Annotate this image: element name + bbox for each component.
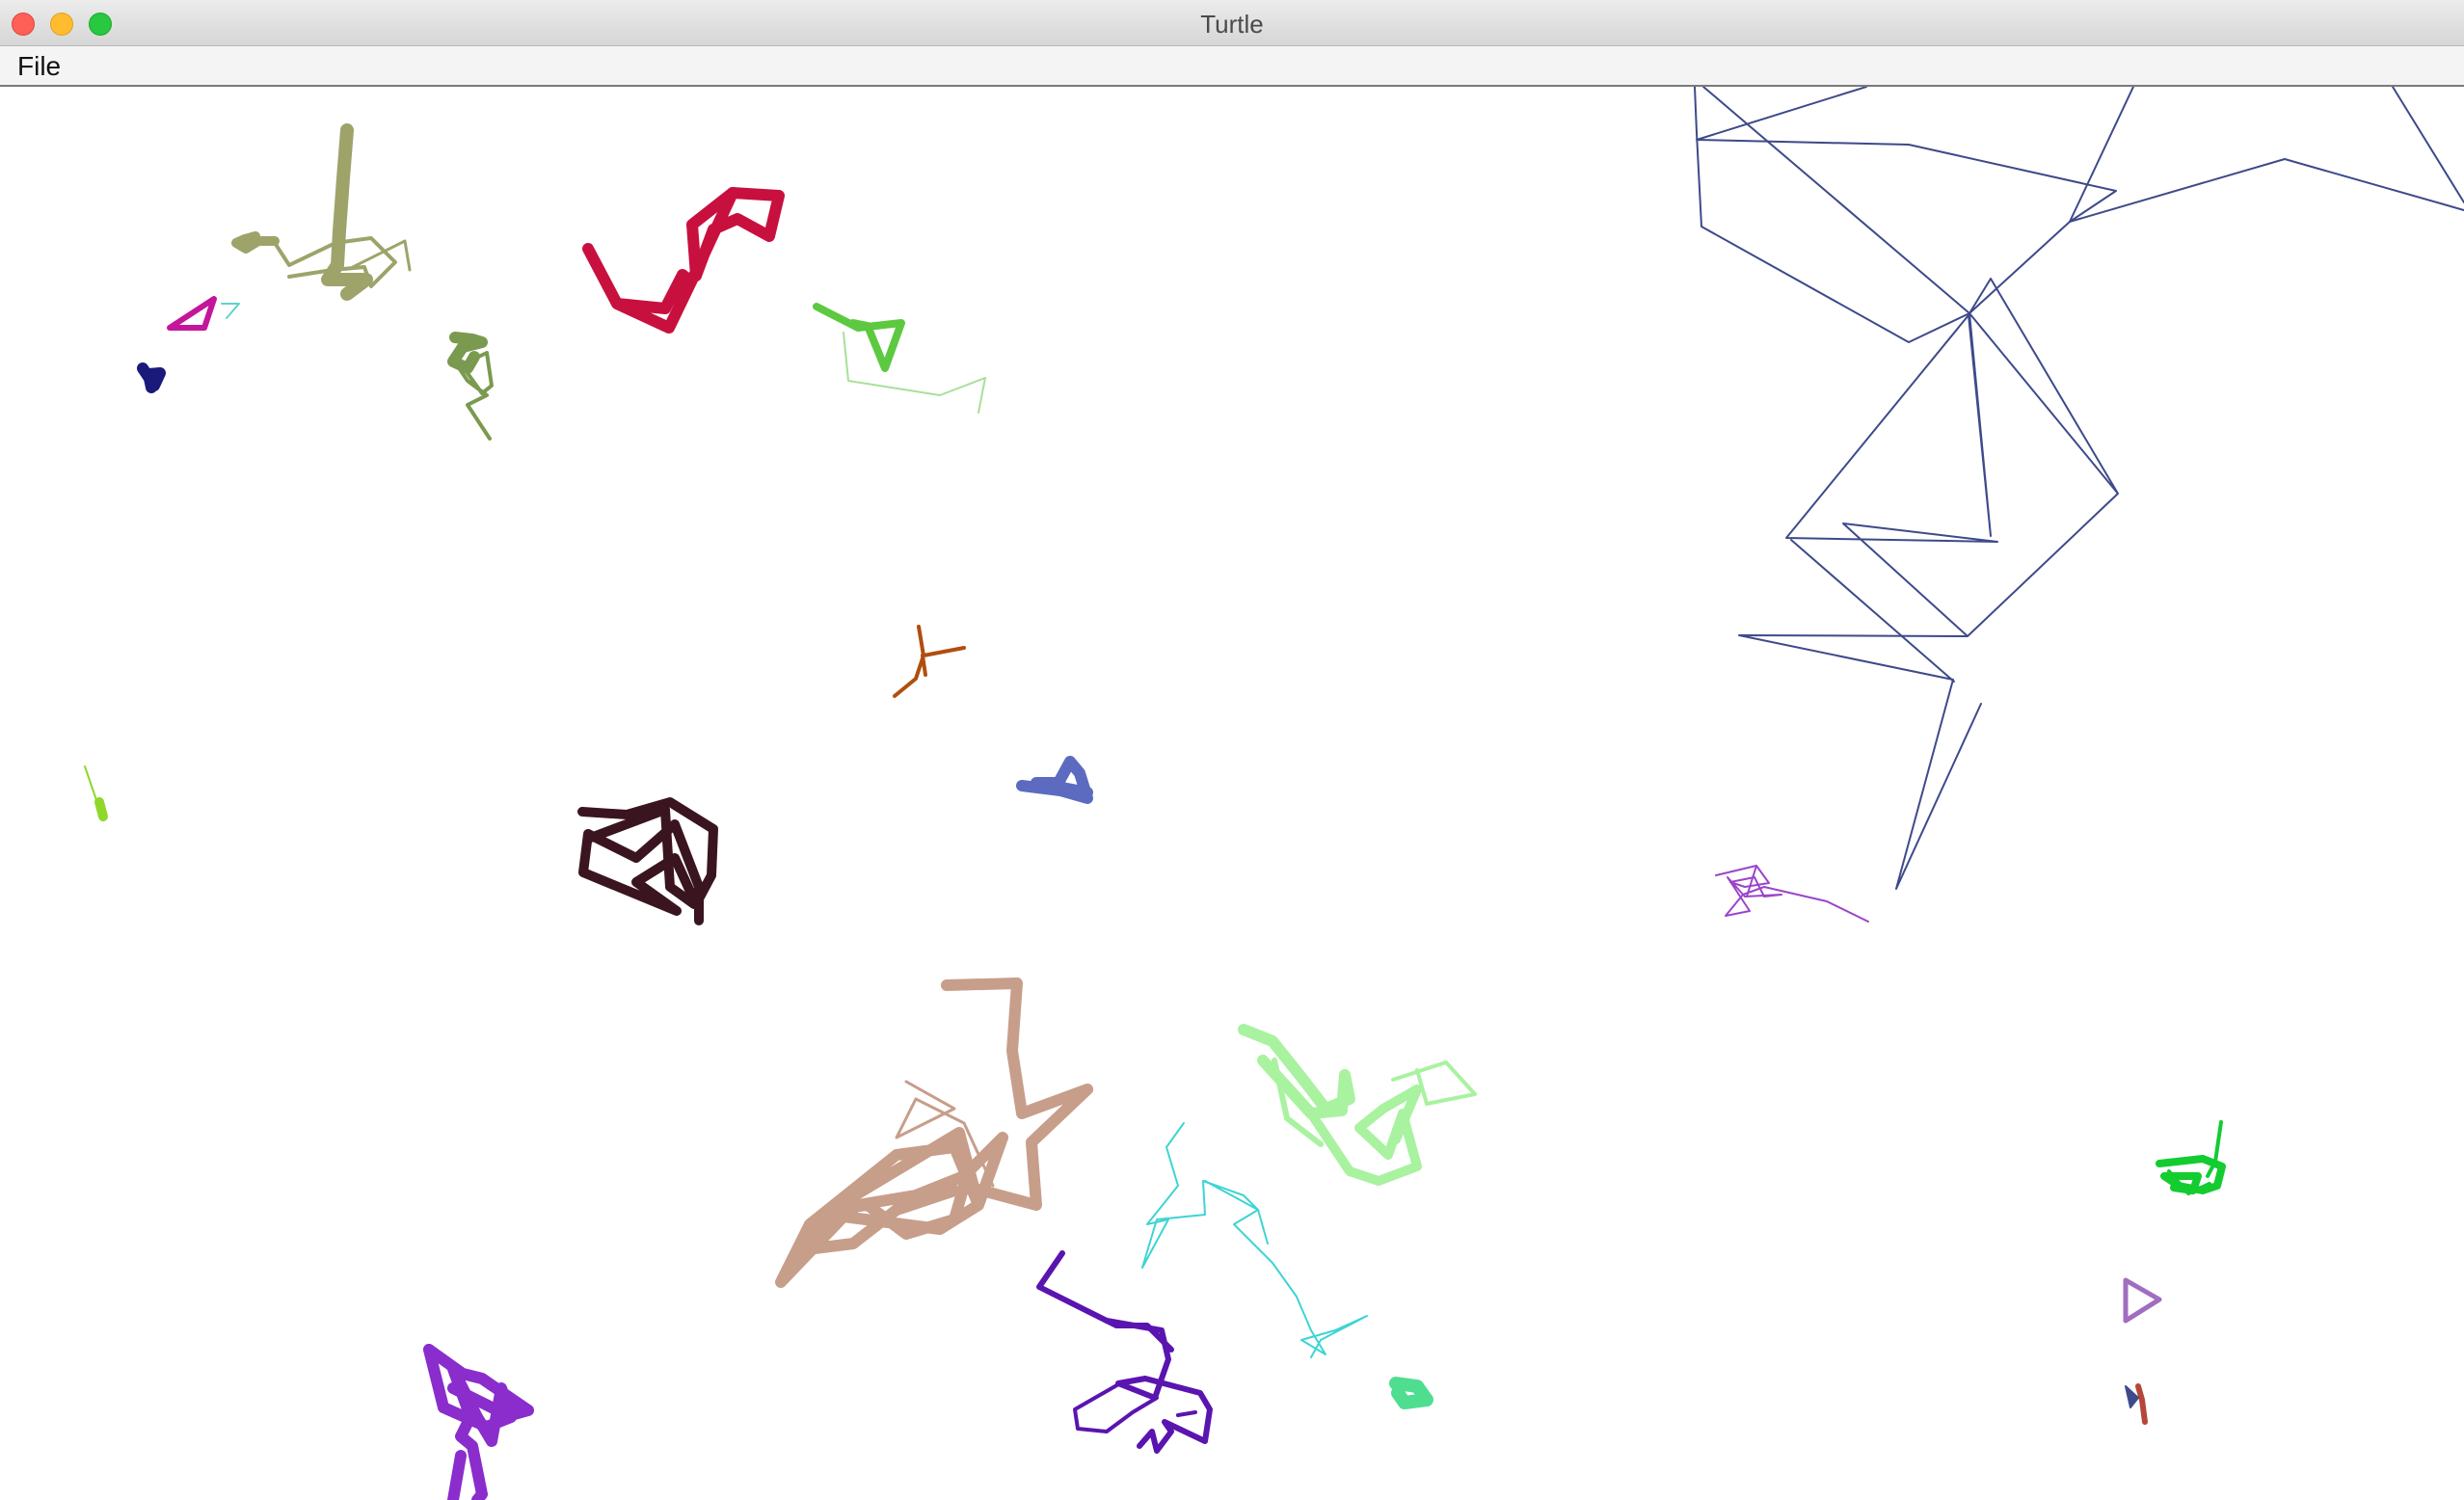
turtle-path-crimson (582, 187, 785, 334)
turtle-path-mint (1389, 1377, 1433, 1409)
window-title: Turtle (1200, 10, 1264, 39)
turtle-drawing (84, 87, 2464, 1500)
turtle-path-rust (893, 625, 966, 698)
turtle-path-periwinkle (1016, 756, 1093, 804)
turtle-path-violet (1715, 865, 1869, 923)
turtle-path-lime (84, 765, 108, 821)
turtle-path-moss (447, 332, 494, 441)
turtle-path-tan (775, 978, 1093, 1288)
turtle-path-navy-large (1694, 87, 2464, 890)
turtle-path-bright-green (813, 303, 986, 414)
turtle-window: Turtle File (0, 0, 2464, 1500)
menu-file[interactable]: File (13, 51, 65, 82)
title-bar[interactable]: Turtle (0, 0, 2464, 46)
turtle-path-pale-green (1238, 1024, 1477, 1186)
turtle-path-brick (2125, 1383, 2148, 1425)
turtle-path-green (2156, 1120, 2226, 1195)
turtle-path-indigo (1036, 1250, 1213, 1454)
turtle-path-olive (231, 123, 412, 301)
turtle-path-purple (423, 1344, 534, 1500)
turtle-path-dark-navy (137, 362, 166, 393)
turtle-path-magenta (167, 296, 217, 331)
turtle-path-cyan (1141, 1122, 1368, 1358)
turtle-path-teal-small (221, 303, 240, 319)
turtle-path-dark-maroon (577, 797, 718, 925)
menu-bar: File (0, 46, 2464, 87)
turtle-shape-lavender (2123, 1277, 2162, 1324)
turtle-canvas[interactable] (0, 87, 2464, 1500)
